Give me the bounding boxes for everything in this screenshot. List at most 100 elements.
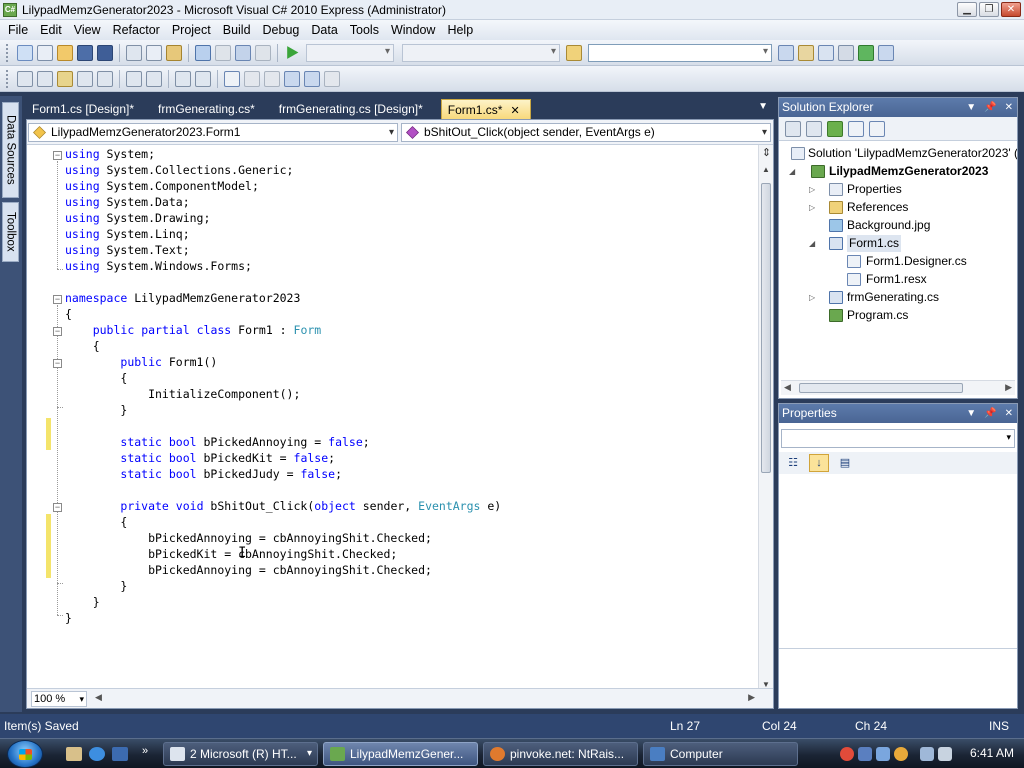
code-line[interactable]: static bool bPickedKit = false; <box>65 450 335 466</box>
quick-info-icon[interactable] <box>57 70 73 87</box>
code-line[interactable]: using System; <box>65 146 155 162</box>
collapse-icon[interactable]: − <box>53 151 62 160</box>
collapse-icon[interactable]: − <box>53 503 62 512</box>
volume-icon[interactable] <box>938 747 952 761</box>
copy-icon[interactable] <box>146 44 162 61</box>
menu-refactor[interactable]: Refactor <box>109 23 168 37</box>
object-selector-combo[interactable]: ▾ <box>781 429 1015 448</box>
start-debugging-icon[interactable] <box>287 46 299 59</box>
split-handle-icon[interactable]: ⇕ <box>761 147 772 159</box>
code-line[interactable]: bPickedAnnoying = cbAnnoyingShit.Checked… <box>65 530 432 546</box>
navigate-forward-icon[interactable] <box>255 44 271 61</box>
find-combo[interactable] <box>588 43 772 62</box>
close-panel-icon[interactable]: ✕ <box>1005 98 1013 117</box>
members-combo[interactable]: bShitOut_Click(object sender, EventArgs … <box>401 122 771 142</box>
object-browser-icon[interactable] <box>818 44 834 61</box>
display-word-completion-icon[interactable] <box>97 70 113 87</box>
toolbar-grip[interactable] <box>6 69 9 88</box>
indicator-margin[interactable] <box>27 146 45 694</box>
view-designer-icon[interactable] <box>869 120 885 137</box>
code-line[interactable]: using System.ComponentModel; <box>65 178 259 194</box>
menu-help[interactable]: Help <box>443 23 481 37</box>
tray-app-icon[interactable] <box>876 747 890 761</box>
code-line[interactable]: public Form1() <box>65 354 217 370</box>
minimize-button[interactable]: ▁ <box>957 2 977 17</box>
collapsed-arrow-icon[interactable]: ▷ <box>809 199 819 216</box>
menu-debug[interactable]: Debug <box>259 23 308 37</box>
code-line[interactable]: using System.Text; <box>65 242 190 258</box>
extension-manager-icon[interactable] <box>878 44 894 61</box>
taskbar-button-pinvoke[interactable]: pinvoke.net: NtRais... <box>483 742 638 766</box>
maximize-button[interactable]: ❐ <box>979 2 999 17</box>
previous-bookmark-icon[interactable] <box>244 70 260 87</box>
find-in-files-icon[interactable] <box>566 44 582 61</box>
clear-bookmarks-icon[interactable] <box>324 70 340 87</box>
vertical-scrollbar[interactable]: ⇕ ▲ ▼ <box>758 145 773 693</box>
code-line[interactable]: using System.Data; <box>65 194 190 210</box>
scroll-thumb[interactable] <box>761 183 771 473</box>
explorer-quicklaunch-icon[interactable] <box>66 747 82 761</box>
code-area[interactable]: − − − − − using System; using System.Coll… <box>27 146 757 694</box>
alphabetical-icon[interactable]: ↓ <box>809 454 829 472</box>
next-bookmark-icon[interactable] <box>264 70 280 87</box>
code-line[interactable]: { <box>65 338 100 354</box>
save-icon[interactable] <box>77 44 93 61</box>
complete-word-icon[interactable] <box>77 70 93 87</box>
toolbar-grip[interactable] <box>6 43 9 62</box>
code-line[interactable]: } <box>65 578 127 594</box>
scroll-left-icon[interactable]: ◀ <box>95 692 102 703</box>
code-line[interactable]: { <box>65 370 127 386</box>
quicklaunch-overflow-icon[interactable]: » <box>142 745 148 757</box>
code-line[interactable]: static bool bPickedJudy = false; <box>65 466 342 482</box>
menu-build[interactable]: Build <box>219 23 259 37</box>
collapse-icon[interactable]: − <box>53 295 62 304</box>
menu-project[interactable]: Project <box>168 23 219 37</box>
tray-app-icon[interactable] <box>858 747 872 761</box>
show-all-files-icon[interactable] <box>806 120 822 137</box>
collapse-icon[interactable]: − <box>53 327 62 336</box>
previous-bookmark-in-folder-icon[interactable] <box>284 70 300 87</box>
code-line[interactable]: using System.Linq; <box>65 226 190 242</box>
solution-configuration-combo[interactable] <box>306 43 394 62</box>
refresh-icon[interactable] <box>827 120 843 137</box>
tab-frmgenerating-design[interactable]: frmGenerating.cs [Design]* <box>273 99 433 119</box>
window-position-icon[interactable]: ▼ <box>966 404 976 423</box>
scroll-right-icon[interactable]: ▶ <box>748 692 755 703</box>
types-combo[interactable]: LilypadMemzGenerator2023.Form1 ▾ <box>28 122 398 142</box>
tree-item-project[interactable]: ◢ LilypadMemzGenerator2023 <box>789 163 1009 180</box>
close-tab-icon[interactable]: ✕ <box>510 105 519 117</box>
code-line[interactable]: public partial class Form1 : Form <box>65 322 322 338</box>
properties-window-icon[interactable] <box>798 44 814 61</box>
scroll-thumb[interactable] <box>799 383 963 393</box>
expanded-arrow-icon[interactable]: ◢ <box>809 235 819 252</box>
code-line[interactable]: using System.Collections.Generic; <box>65 162 294 178</box>
scroll-left-icon[interactable]: ◀ <box>784 382 791 393</box>
collapsed-arrow-icon[interactable]: ▷ <box>809 289 819 306</box>
solution-explorer-hscroll[interactable]: ◀ ▶ <box>781 380 1015 395</box>
taskbar-button-visual-studio[interactable]: LilypadMemzGener... <box>323 742 478 766</box>
cut-icon[interactable] <box>126 44 142 61</box>
add-item-icon[interactable] <box>37 44 53 61</box>
code-line[interactable]: namespace LilypadMemzGenerator2023 <box>65 290 300 306</box>
tab-form1-cs[interactable]: Form1.cs* ✕ <box>440 99 531 119</box>
horizontal-scrollbar[interactable]: ◀ ▶ <box>95 692 755 706</box>
security-alert-icon[interactable] <box>840 747 854 761</box>
tab-form1-design[interactable]: Form1.cs [Design]* <box>26 99 144 119</box>
uncomment-icon[interactable] <box>195 70 211 87</box>
open-folder-icon[interactable] <box>57 44 73 61</box>
code-line[interactable]: InitializeComponent(); <box>65 386 300 402</box>
toolbox-tab[interactable]: Toolbox <box>2 202 19 262</box>
menu-file[interactable]: File <box>4 23 36 37</box>
collapse-icon[interactable]: − <box>53 359 62 368</box>
navigate-backward-icon[interactable] <box>235 44 251 61</box>
solution-explorer-icon[interactable] <box>778 44 794 61</box>
property-pages-icon[interactable]: ▤ <box>835 454 855 472</box>
code-line[interactable]: } <box>65 402 127 418</box>
show-desktop-icon[interactable] <box>112 747 128 761</box>
close-button[interactable]: ✕ <box>1001 2 1021 17</box>
pin-icon[interactable]: 📌 <box>984 98 996 117</box>
menu-data[interactable]: Data <box>307 23 345 37</box>
data-sources-tab[interactable]: Data Sources <box>2 102 19 198</box>
solution-platform-combo[interactable] <box>402 43 560 62</box>
scroll-right-icon[interactable]: ▶ <box>1005 382 1012 393</box>
